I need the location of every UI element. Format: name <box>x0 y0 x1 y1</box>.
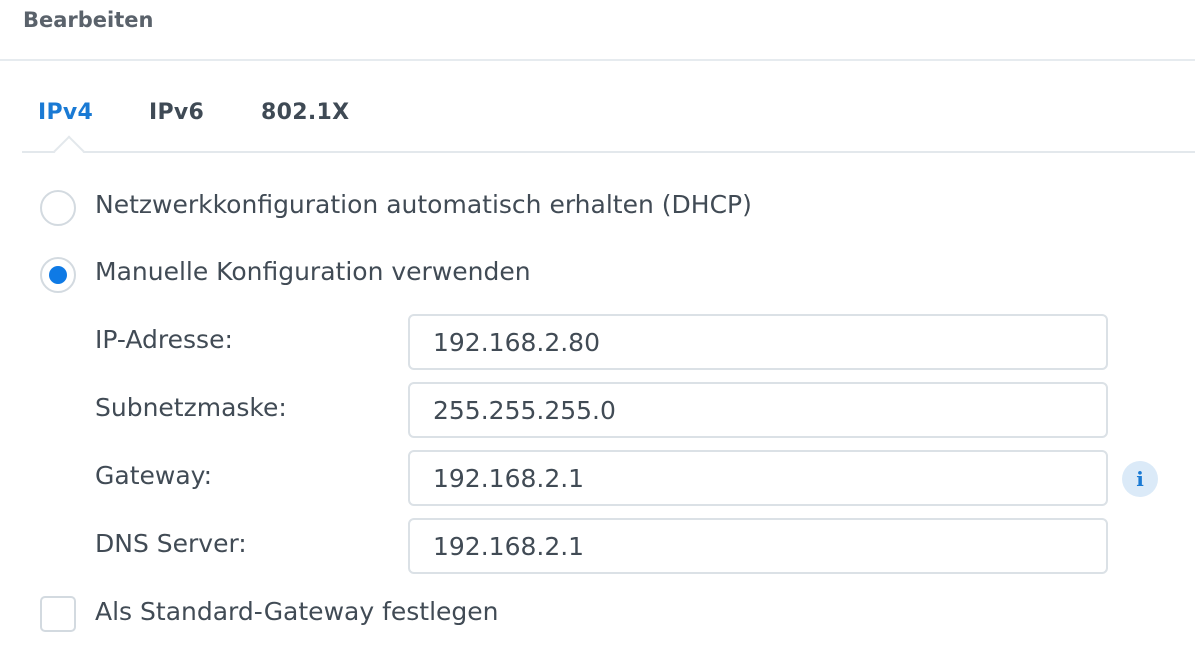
ip-address-field-box <box>408 314 1108 370</box>
tab-8021x[interactable]: 802.1X <box>261 100 349 125</box>
dhcp-radio[interactable] <box>40 190 76 226</box>
subnet-mask-input[interactable] <box>410 384 1106 436</box>
active-tab-indicator <box>53 135 85 167</box>
dns-server-label: DNS Server: <box>95 529 247 558</box>
dialog-title: Bearbeiten <box>23 8 154 32</box>
dialog-header: Bearbeiten <box>0 0 1195 61</box>
gateway-label: Gateway: <box>95 461 213 490</box>
gateway-input[interactable] <box>410 452 1106 504</box>
ip-address-label: IP-Adresse: <box>95 325 233 354</box>
subnet-mask-field-box <box>408 382 1108 438</box>
manual-config-radio[interactable] <box>40 257 76 293</box>
manual-config-radio-label[interactable]: Manuelle Konfiguration verwenden <box>95 257 531 286</box>
tab-ipv4[interactable]: IPv4 <box>38 100 93 125</box>
radio-selected-dot <box>49 266 67 284</box>
tab-bar: IPv4 IPv6 802.1X <box>22 95 1195 167</box>
tab-ipv6[interactable]: IPv6 <box>149 100 204 125</box>
default-gateway-checkbox[interactable] <box>40 596 76 632</box>
default-gateway-label[interactable]: Als Standard-Gateway festlegen <box>95 597 499 626</box>
dns-server-field-box <box>408 518 1108 574</box>
dns-server-input[interactable] <box>410 520 1106 572</box>
info-icon[interactable]: i <box>1122 461 1158 497</box>
subnet-mask-label: Subnetzmaske: <box>95 393 287 422</box>
ip-address-input[interactable] <box>410 316 1106 368</box>
dhcp-radio-label[interactable]: Netzwerkkonfiguration automatisch erhalt… <box>95 190 752 219</box>
gateway-field-box <box>408 450 1108 506</box>
